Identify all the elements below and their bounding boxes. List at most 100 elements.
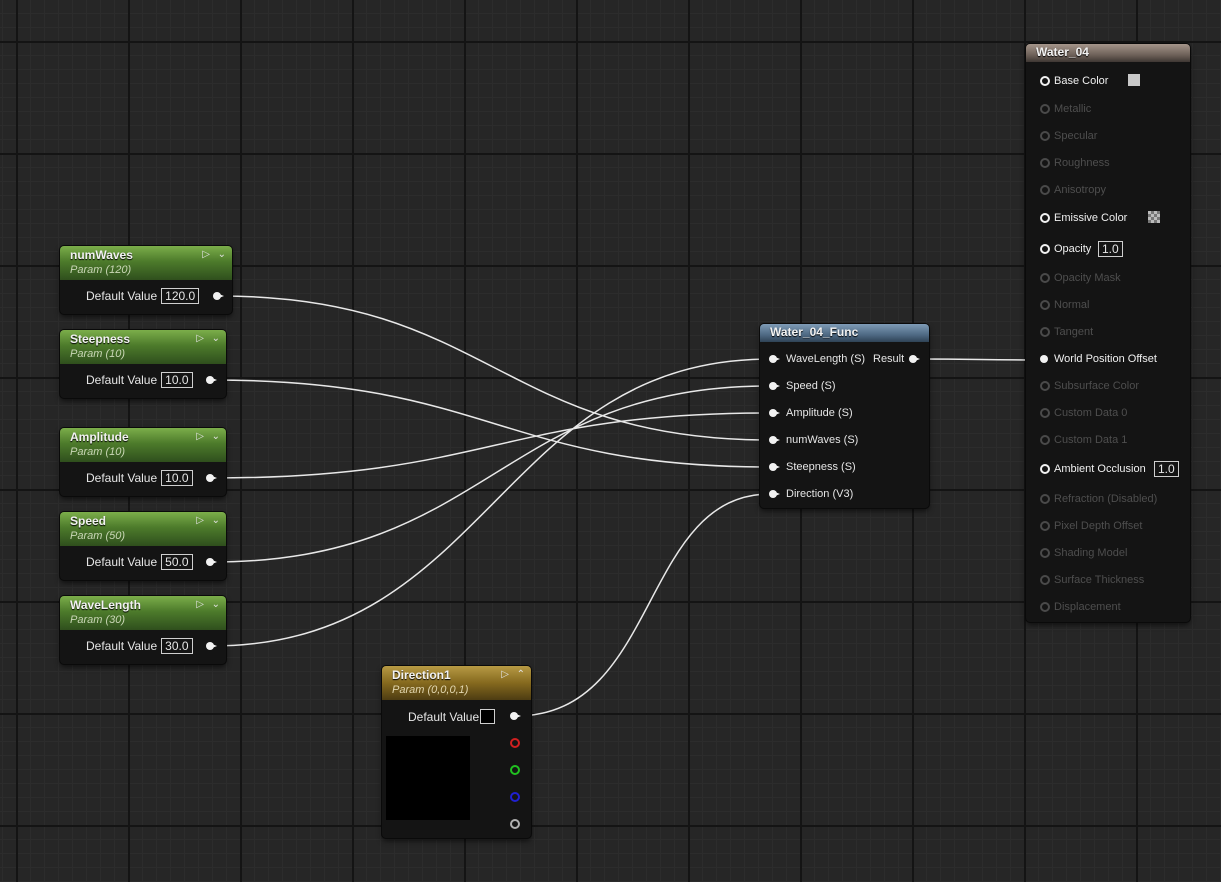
node-header[interactable]: numWaves Param (120) ▷ ⌄ (60, 246, 232, 280)
input-label-wavelength: WaveLength (S) (786, 353, 866, 365)
output-pin-alpha[interactable] (510, 819, 520, 829)
output-pin-blue[interactable] (510, 792, 520, 802)
output-label-result: Result (873, 353, 905, 365)
input-pin[interactable] (1040, 548, 1050, 558)
node-header[interactable]: Direction1 Param (0,0,0,1) ▷ ⌃ (382, 666, 531, 700)
input-label-steepness: Steepness (S) (786, 461, 856, 473)
output-pin-result[interactable] (909, 355, 920, 363)
input-pin[interactable] (1040, 185, 1050, 195)
input-pin[interactable] (1040, 104, 1050, 114)
chevron-down-icon[interactable]: ⌄ (212, 334, 220, 344)
input-label-amplitude: Amplitude (S) (786, 407, 853, 419)
default-value-label: Default Value (86, 639, 158, 653)
output-pin-green[interactable] (510, 765, 520, 775)
input-pin[interactable] (1040, 435, 1050, 445)
chevron-down-icon[interactable]: ⌄ (212, 432, 220, 442)
default-value-field[interactable]: 10.0 (161, 470, 193, 486)
input-label-speed: Speed (S) (786, 380, 836, 392)
wire-numwaves[interactable] (219, 295, 771, 441)
input-pin[interactable] (1040, 602, 1050, 612)
chevron-up-icon[interactable]: ⌃ (517, 670, 525, 680)
output-pin-rgba[interactable] (510, 712, 521, 720)
output-pin[interactable] (213, 292, 224, 300)
node-header[interactable]: Water_04 (1026, 44, 1190, 62)
input-pin[interactable] (1040, 158, 1050, 168)
wire-wavelength[interactable] (211, 358, 771, 647)
input-pin[interactable] (1040, 464, 1050, 474)
default-value-field[interactable]: 10.0 (161, 372, 193, 388)
node-subtitle: Param (0,0,0,1) (392, 684, 469, 696)
wire-result[interactable] (915, 358, 1042, 361)
wire-direction[interactable] (515, 493, 771, 717)
input-pin-direction[interactable] (769, 490, 780, 498)
default-value-row: Default Value 120.0 (86, 288, 200, 304)
default-value-row: Default Value 30.0 (86, 638, 193, 654)
input-pin-connected[interactable] (1040, 355, 1048, 363)
default-value-label: Default Value (86, 373, 158, 387)
input-pin-wavelength[interactable] (769, 355, 780, 363)
output-pin[interactable] (206, 558, 217, 566)
node-subtitle: Param (50) (70, 530, 126, 542)
ambient-occlusion-value-field[interactable]: 1.0 (1154, 461, 1179, 477)
node-subtitle: Param (10) (70, 446, 126, 458)
input-pin[interactable] (1040, 408, 1050, 418)
output-pin[interactable] (206, 376, 217, 384)
input-pin[interactable] (1040, 76, 1050, 86)
node-header[interactable]: Water_04_Func (760, 324, 929, 342)
wire-steepness[interactable] (211, 379, 771, 468)
preview-toggle-icon[interactable]: ▷ (196, 334, 204, 344)
emissive-checker-swatch[interactable] (1148, 211, 1160, 223)
input-pin-steepness[interactable] (769, 463, 780, 471)
param-node-amplitude[interactable]: Amplitude Param (10) ▷ ⌄ Default Value 10… (60, 428, 226, 496)
input-pin[interactable] (1040, 521, 1050, 531)
param-node-wavelength[interactable]: WaveLength Param (30) ▷ ⌄ Default Value 3… (60, 596, 226, 664)
chevron-down-icon[interactable]: ⌄ (212, 600, 220, 610)
chevron-down-icon[interactable]: ⌄ (218, 250, 226, 260)
output-pin-red[interactable] (510, 738, 520, 748)
preview-toggle-icon[interactable]: ▷ (196, 516, 204, 526)
node-header[interactable]: Amplitude Param (10) ▷ ⌄ (60, 428, 226, 462)
input-pin-amplitude[interactable] (769, 409, 780, 417)
param-node-numwaves[interactable]: numWaves Param (120) ▷ ⌄ Default Value 12… (60, 246, 232, 314)
input-pin[interactable] (1040, 381, 1050, 391)
node-header[interactable]: Steepness Param (10) ▷ ⌄ (60, 330, 226, 364)
default-value-field[interactable]: 50.0 (161, 554, 193, 570)
param-node-direction[interactable]: Direction1 Param (0,0,0,1) ▷ ⌃ Default V… (382, 666, 531, 838)
input-pin-speed[interactable] (769, 382, 780, 390)
output-pin[interactable] (206, 642, 217, 650)
preview-toggle-icon[interactable]: ▷ (196, 432, 204, 442)
param-node-steepness[interactable]: Steepness Param (10) ▷ ⌄ Default Value 10… (60, 330, 226, 398)
function-node-water-04-func[interactable]: Water_04_Func WaveLength (S) Result Spee… (760, 324, 929, 508)
param-node-speed[interactable]: Speed Param (50) ▷ ⌄ Default Value 50.0 (60, 512, 226, 580)
input-pin[interactable] (1040, 575, 1050, 585)
default-value-color-swatch[interactable] (480, 709, 495, 724)
input-pin[interactable] (1040, 213, 1050, 223)
default-value-label: Default Value (86, 471, 158, 485)
input-pin-numwaves[interactable] (769, 436, 780, 444)
preview-toggle-icon[interactable]: ▷ (196, 600, 204, 610)
input-pin[interactable] (1040, 327, 1050, 337)
input-pin[interactable] (1040, 494, 1050, 504)
default-value-field[interactable]: 120.0 (161, 288, 200, 304)
node-header[interactable]: WaveLength Param (30) ▷ ⌄ (60, 596, 226, 630)
node-header[interactable]: Speed Param (50) ▷ ⌄ (60, 512, 226, 546)
base-color-swatch[interactable] (1128, 74, 1140, 86)
preview-toggle-icon[interactable]: ▷ (202, 250, 210, 260)
wire-speed[interactable] (211, 385, 771, 563)
input-pin[interactable] (1040, 300, 1050, 310)
input-pin[interactable] (1040, 244, 1050, 254)
material-node-water-04[interactable]: Water_04 Base Color Metallic Specular Ro… (1026, 44, 1190, 622)
wire-amplitude[interactable] (211, 412, 771, 479)
default-value-row: Default Value 10.0 (86, 470, 193, 486)
default-value-field[interactable]: 30.0 (161, 638, 193, 654)
node-title: Water_04 (1036, 45, 1089, 59)
node-title: Amplitude (70, 430, 129, 444)
input-pin[interactable] (1040, 273, 1050, 283)
output-pin[interactable] (206, 474, 217, 482)
default-value-row: Default Value 10.0 (86, 372, 193, 388)
opacity-value-field[interactable]: 1.0 (1098, 241, 1123, 257)
input-pin[interactable] (1040, 131, 1050, 141)
chevron-down-icon[interactable]: ⌄ (212, 516, 220, 526)
default-value-label: Default Value (408, 710, 480, 724)
preview-toggle-icon[interactable]: ▷ (501, 670, 509, 680)
